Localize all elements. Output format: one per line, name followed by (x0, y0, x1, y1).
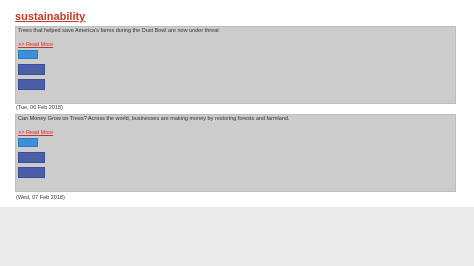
read-more-link[interactable]: >> Read More (18, 130, 53, 137)
article-date: (Tue, 06 Feb 2018) (16, 105, 63, 111)
share-button[interactable] (18, 50, 38, 59)
article-headline: Can Money Grow on Trees? Across the worl… (18, 116, 290, 122)
action-button-2[interactable] (18, 167, 45, 178)
article-card: Trees that helped save America's farms d… (15, 26, 456, 104)
article-date: (Wed, 07 Feb 2018) (16, 195, 65, 201)
read-more-link[interactable]: >> Read More (18, 42, 53, 49)
article-headline: Trees that helped save America's farms d… (18, 28, 219, 34)
action-button-2[interactable] (18, 79, 45, 90)
action-button-1[interactable] (18, 64, 45, 75)
share-button[interactable] (18, 138, 38, 147)
footer (0, 207, 474, 266)
article-card: Can Money Grow on Trees? Across the worl… (15, 114, 456, 192)
page-title[interactable]: sustainability (15, 10, 85, 24)
action-button-1[interactable] (18, 152, 45, 163)
